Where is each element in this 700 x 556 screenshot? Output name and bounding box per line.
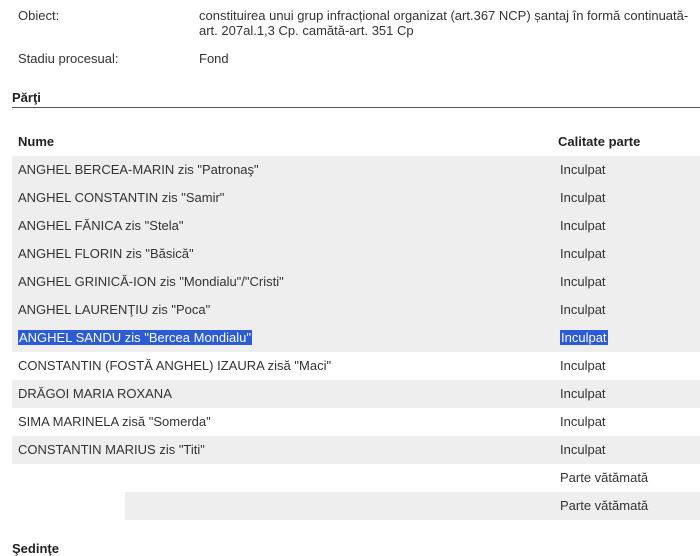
table-row[interactable]: ANGHEL FĂNICA zis "Stela" Inculpat: [12, 212, 700, 240]
table-row[interactable]: Parte vătămată: [12, 492, 700, 520]
party-name: ANGHEL CONSTANTIN zis "Samir": [18, 190, 225, 205]
party-role: Inculpat: [560, 414, 606, 429]
party-role: Inculpat: [560, 358, 606, 373]
party-role: Parte vătămată: [560, 470, 649, 485]
parti-section-title: Părţi: [12, 90, 41, 105]
party-role: Inculpat: [560, 246, 606, 261]
table-row-selected[interactable]: ANGHEL SANDU zis "Bercea Mondialu" Incul…: [12, 324, 700, 352]
party-name: DRĂGOI MARIA ROXANA: [18, 386, 172, 401]
stadiu-value: Fond: [199, 51, 229, 66]
party-name: ANGHEL BERCEA-MARIN zis "Patronaş": [18, 162, 259, 177]
info-row-stadiu: Stadiu procesual: Fond: [18, 51, 700, 67]
table-row[interactable]: ANGHEL LAURENŢIU zis "Poca" Inculpat: [12, 296, 700, 324]
column-header-name: Nume: [18, 134, 55, 149]
party-role: Inculpat: [560, 274, 606, 289]
party-name: CONSTANTIN (FOSTĂ ANGHEL) IZAURA zisă "M…: [18, 358, 332, 373]
party-name: ANGHEL GRINICĂ-ION zis "Mondialu"/"Crist…: [18, 274, 284, 289]
obiect-value: constituirea unui grup infracțional orga…: [199, 8, 689, 38]
table-row[interactable]: ANGHEL GRINICĂ-ION zis "Mondialu"/"Crist…: [12, 268, 700, 296]
party-role: Inculpat: [560, 442, 606, 457]
party-role: Inculpat: [560, 162, 606, 177]
selected-role-highlight: Inculpat: [560, 330, 608, 345]
party-name: ANGHEL FLORIN zis "Băsică": [18, 246, 194, 261]
table-row[interactable]: Parte vătămată: [12, 464, 700, 492]
parti-table: Nume Calitate parte ANGHEL BERCEA-MARIN …: [12, 128, 700, 520]
selected-name-highlight: ANGHEL SANDU zis "Bercea Mondialu": [18, 330, 252, 345]
party-role: Inculpat: [560, 218, 606, 233]
table-header: Nume Calitate parte: [12, 128, 700, 156]
table-row[interactable]: DRĂGOI MARIA ROXANA Inculpat: [12, 380, 700, 408]
party-role: Inculpat: [560, 324, 608, 352]
section-divider: [12, 107, 700, 108]
party-role: Parte vătămată: [560, 498, 649, 513]
party-role: Inculpat: [560, 302, 606, 317]
table-row[interactable]: SIMA MARINELA zisă "Somerda" Inculpat: [12, 408, 700, 436]
info-row-obiect: Obiect: constituirea unui grup infracțio…: [18, 8, 700, 38]
sedinte-section-title: Şedinţe: [12, 541, 59, 556]
party-name: CONSTANTIN MARIUS zis "Titi": [18, 442, 205, 457]
table-row[interactable]: CONSTANTIN (FOSTĂ ANGHEL) IZAURA zisă "M…: [12, 352, 700, 380]
party-role: Inculpat: [560, 190, 606, 205]
stadiu-label: Stadiu procesual:: [18, 51, 119, 66]
party-name: ANGHEL FĂNICA zis "Stela": [18, 218, 184, 233]
table-row[interactable]: CONSTANTIN MARIUS zis "Titi" Inculpat: [12, 436, 700, 464]
party-name: ANGHEL SANDU zis "Bercea Mondialu": [18, 324, 252, 352]
column-header-role: Calitate parte: [558, 134, 641, 149]
table-row[interactable]: ANGHEL FLORIN zis "Băsică" Inculpat: [12, 240, 700, 268]
party-name: ANGHEL LAURENŢIU zis "Poca": [18, 302, 211, 317]
table-row[interactable]: ANGHEL CONSTANTIN zis "Samir" Inculpat: [12, 184, 700, 212]
table-row[interactable]: ANGHEL BERCEA-MARIN zis "Patronaş" Incul…: [12, 156, 700, 184]
party-role: Inculpat: [560, 386, 606, 401]
party-name: SIMA MARINELA zisă "Somerda": [18, 414, 211, 429]
obiect-label: Obiect:: [18, 8, 60, 23]
